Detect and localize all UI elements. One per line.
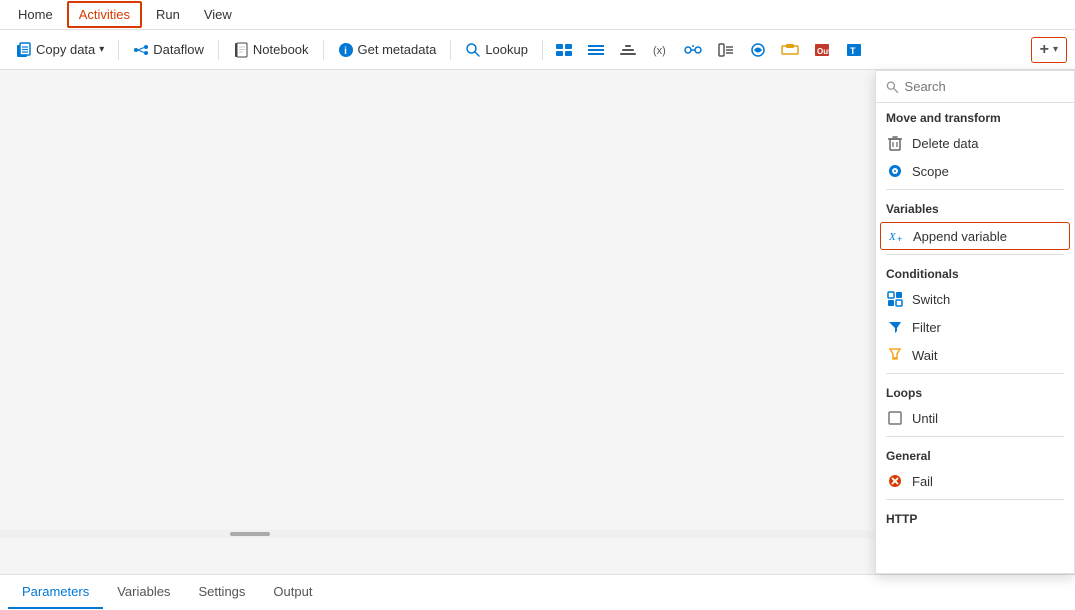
toolbar-get-metadata[interactable]: i Get metadata <box>330 38 445 62</box>
lookup-icon <box>465 42 481 58</box>
svg-text:+: + <box>897 234 902 244</box>
horizontal-scrollbar[interactable] <box>0 530 875 538</box>
panel-item-until[interactable]: Until <box>876 404 1074 432</box>
divider-5 <box>886 499 1064 500</box>
section-header-general: General <box>876 441 1074 467</box>
toolbar-sep-1 <box>118 40 119 60</box>
notebook-icon <box>233 42 249 58</box>
get-metadata-icon: i <box>338 42 354 58</box>
wait-label: Wait <box>912 348 938 363</box>
menu-item-run[interactable]: Run <box>146 3 190 26</box>
wait-icon <box>886 346 904 364</box>
toolbar: Copy data ▾ Dataflow N <box>0 30 1075 70</box>
section-header-http: HTTP <box>876 504 1074 530</box>
fail-label: Fail <box>912 474 933 489</box>
svg-text:(x): (x) <box>653 45 666 57</box>
section-header-move-transform: Move and transform <box>876 103 1074 129</box>
menu-bar: Home Activities Run View <box>0 0 1075 30</box>
panel-item-filter[interactable]: Filter <box>876 313 1074 341</box>
toolbar-icon-6[interactable] <box>549 38 579 62</box>
panel-item-fail[interactable]: Fail <box>876 467 1074 495</box>
append-variable-label: Append variable <box>913 229 1007 244</box>
lookup-label: Lookup <box>485 42 528 57</box>
search-icon <box>886 80 899 94</box>
toolbar-lookup[interactable]: Lookup <box>457 38 536 62</box>
toolbar-sep-5 <box>542 40 543 60</box>
filter-icon <box>886 318 904 336</box>
copy-data-icon <box>16 42 32 58</box>
tab-parameters[interactable]: Parameters <box>8 576 103 609</box>
until-icon <box>886 409 904 427</box>
divider-2 <box>886 254 1064 255</box>
search-input[interactable] <box>905 79 1064 94</box>
toolbar-sep-4 <box>450 40 451 60</box>
panel-item-delete-data[interactable]: Delete data <box>876 129 1074 157</box>
switch-label: Switch <box>912 292 950 307</box>
scope-icon <box>886 162 904 180</box>
copy-data-label: Copy data <box>36 42 95 57</box>
divider-4 <box>886 436 1064 437</box>
dataflow-icon <box>133 42 149 58</box>
toolbar-icon-14[interactable]: Outlook <box>807 38 837 62</box>
switch-icon <box>886 290 904 308</box>
toolbar-icon-9[interactable]: (x) <box>645 38 675 62</box>
toolbar-dataflow[interactable]: Dataflow <box>125 38 212 62</box>
panel-item-switch[interactable]: Switch <box>876 285 1074 313</box>
toolbar-sep-2 <box>218 40 219 60</box>
toolbar-notebook[interactable]: Notebook <box>225 38 317 62</box>
toolbar-icon-7[interactable] <box>581 38 611 62</box>
search-box <box>876 71 1074 103</box>
toolbar-copy-data[interactable]: Copy data ▾ <box>8 38 112 62</box>
h-scroll-thumb[interactable] <box>230 532 270 536</box>
until-label: Until <box>912 411 938 426</box>
add-icon: + <box>1040 41 1049 59</box>
panel-item-scope[interactable]: Scope <box>876 157 1074 185</box>
main-content: Move and transform Delete data <box>0 70 1075 574</box>
toolbar-sep-3 <box>323 40 324 60</box>
svg-text:Outlook: Outlook <box>817 47 831 56</box>
tab-settings[interactable]: Settings <box>184 576 259 609</box>
panel-item-append-variable[interactable]: X + Append variable <box>880 222 1070 250</box>
fail-icon <box>886 472 904 490</box>
svg-text:T: T <box>850 46 856 56</box>
dataflow-label: Dataflow <box>153 42 204 57</box>
tab-output[interactable]: Output <box>259 576 326 609</box>
toolbar-icon-11[interactable] <box>711 38 741 62</box>
divider-1 <box>886 189 1064 190</box>
delete-data-label: Delete data <box>912 136 979 151</box>
scope-label: Scope <box>912 164 949 179</box>
append-variable-icon: X + <box>887 227 905 245</box>
add-dropdown-icon: ▾ <box>1053 44 1058 55</box>
section-header-conditionals: Conditionals <box>876 259 1074 285</box>
notebook-label: Notebook <box>253 42 309 57</box>
activities-dropdown-panel: Move and transform Delete data <box>875 70 1075 574</box>
section-header-loops: Loops <box>876 378 1074 404</box>
svg-text:i: i <box>344 46 347 57</box>
tab-variables[interactable]: Variables <box>103 576 184 609</box>
filter-label: Filter <box>912 320 941 335</box>
section-header-variables: Variables <box>876 194 1074 220</box>
toolbar-icon-8[interactable] <box>613 38 643 62</box>
panel-item-wait[interactable]: Wait <box>876 341 1074 369</box>
add-activity-button[interactable]: + ▾ <box>1031 37 1067 63</box>
toolbar-icon-15[interactable]: T <box>839 38 869 62</box>
divider-3 <box>886 373 1064 374</box>
delete-data-icon <box>886 134 904 152</box>
svg-text:X: X <box>888 231 897 243</box>
copy-data-dropdown-icon: ▾ <box>99 44 104 55</box>
get-metadata-label: Get metadata <box>358 42 437 57</box>
menu-item-activities[interactable]: Activities <box>67 1 142 28</box>
menu-item-view[interactable]: View <box>194 3 242 26</box>
toolbar-icon-13[interactable] <box>775 38 805 62</box>
tab-bar: Parameters Variables Settings Output <box>0 574 1075 610</box>
toolbar-icon-12[interactable] <box>743 38 773 62</box>
toolbar-icon-10[interactable] <box>677 38 709 62</box>
menu-item-home[interactable]: Home <box>8 3 63 26</box>
